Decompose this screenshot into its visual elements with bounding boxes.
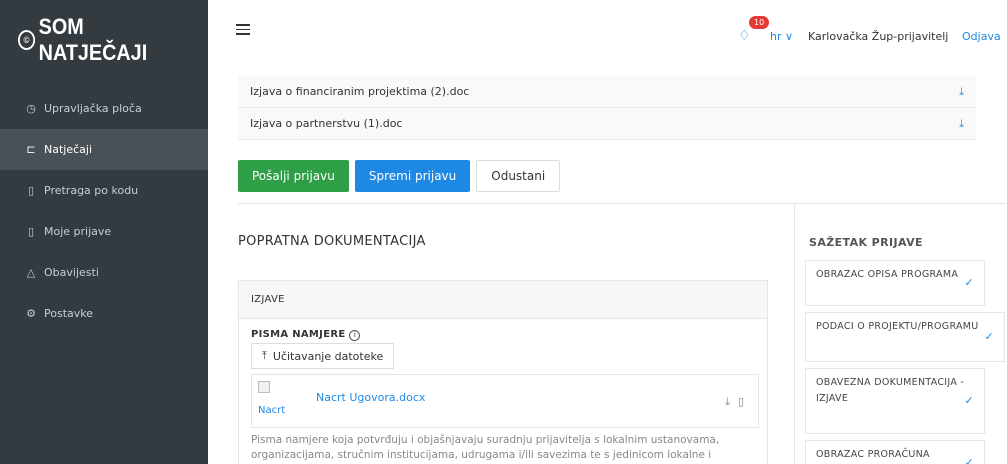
- sidebar-item-label: Upravljačka ploča: [44, 102, 142, 115]
- document-icon: ▯: [27, 184, 35, 197]
- menu-toggle-bar: [236, 33, 250, 35]
- sidebar-item-notifications[interactable]: △ Obavijesti: [0, 252, 208, 293]
- action-buttons: Pošalji prijavu Spremi prijavu Odustani: [238, 160, 566, 192]
- uploaded-document: Nacrt Nacrt Ugovora.docx ⤓ ▯: [251, 374, 759, 428]
- top-header: ♢ 10 hr ∨ Karlovačka Žup-prijavitelj Odj…: [208, 0, 1007, 64]
- download-icon[interactable]: ⤓: [725, 395, 730, 408]
- card-title: IZJAVE: [239, 281, 767, 319]
- notification-bell-icon[interactable]: ♢: [738, 28, 751, 44]
- language-selector[interactable]: hr ∨: [770, 30, 793, 43]
- sidebar-item-label: Moje prijave: [44, 225, 112, 238]
- notification-count-badge: 10: [749, 16, 770, 29]
- file-name: Izjava o financiranim projektima (2).doc: [250, 85, 470, 98]
- file-row: Izjava o partnerstvu (1).doc ⤓: [238, 108, 976, 140]
- upload-button-label: Učitavanje datoteke: [272, 349, 384, 363]
- sidebar-item-label: Natječaji: [44, 143, 93, 156]
- summary-item[interactable]: OBRAZAC OPISA PROGRAMA ✓: [805, 260, 985, 306]
- summary-item-label: OBAVEZNA DOKUMENTACIJA - IZJAVE: [816, 377, 965, 404]
- file-row: Izjava o financiranim projektima (2).doc…: [238, 76, 976, 108]
- gear-icon: ⚙: [26, 307, 36, 320]
- file-icon: ▯: [27, 225, 35, 238]
- main-content: Izjava o financiranim projektima (2).doc…: [208, 64, 1007, 464]
- sidebar-item-label: Postavke: [44, 307, 94, 320]
- application-summary: SAŽETAK PRIJAVE OBRAZAC OPISA PROGRAMA ✓…: [794, 204, 1007, 464]
- sidebar: © SOM NATJEČAJI ◷ Upravljačka ploča ⊏ Na…: [0, 0, 208, 464]
- logo-mark-icon: ©: [18, 30, 36, 50]
- trash-icon[interactable]: ▯: [738, 395, 744, 408]
- info-icon[interactable]: i: [349, 329, 361, 341]
- broken-image-icon: [258, 381, 270, 393]
- download-icon[interactable]: ⤓: [959, 117, 964, 131]
- document-link[interactable]: Nacrt Ugovora.docx: [316, 391, 425, 404]
- field-description: Pisma namjere koja potvrđuju i objašnjav…: [251, 434, 720, 461]
- download-icon[interactable]: ⤓: [959, 85, 964, 99]
- sidebar-item-settings[interactable]: ⚙ Postavke: [0, 293, 208, 334]
- save-application-button[interactable]: Spremi prijavu: [354, 160, 471, 192]
- menu-toggle-bar: [236, 24, 250, 26]
- summary-item[interactable]: PODACI O PROJEKTU/PROGRAMU ✓: [805, 312, 1005, 362]
- sidebar-item-label: Pretraga po kodu: [44, 184, 139, 197]
- document-actions: ⤓ ▯: [717, 395, 744, 409]
- section-title: POPRATNA DOKUMENTACIJA: [238, 234, 426, 249]
- check-icon: ✓: [964, 394, 974, 407]
- sidebar-item-label: Obavijesti: [44, 266, 99, 279]
- folder-icon: ⊏: [26, 143, 36, 156]
- summary-item[interactable]: OBRAZAC PRORAČUNA ✓: [805, 440, 985, 464]
- summary-title: SAŽETAK PRIJAVE: [809, 236, 923, 249]
- menu-toggle-icon[interactable]: [236, 24, 250, 38]
- user-name: Karlovačka Žup-prijavitelj: [808, 30, 949, 43]
- upload-icon: ⤒: [262, 349, 267, 362]
- statements-card: IZJAVE PISMA NAMJERE i ⤒ Učitavanje datot…: [238, 280, 768, 464]
- app-logo[interactable]: © SOM NATJEČAJI: [0, 0, 187, 80]
- cancel-button[interactable]: Odustani: [476, 160, 561, 192]
- submit-application-button[interactable]: Pošalji prijavu: [238, 160, 349, 192]
- file-name: Izjava o partnerstvu (1).doc: [250, 117, 403, 130]
- check-icon: ✓: [984, 330, 994, 343]
- sidebar-item-search-by-code[interactable]: ▯ Pretraga po kodu: [0, 170, 208, 211]
- app-logo-text: SOM NATJEČAJI: [38, 14, 148, 65]
- summary-item-label: OBRAZAC OPISA PROGRAMA: [816, 269, 959, 280]
- sidebar-item-natjecaji[interactable]: ⊏ Natječaji: [0, 129, 208, 170]
- bell-icon: △: [26, 266, 36, 279]
- check-icon: ✓: [964, 276, 974, 289]
- field-label: PISMA NAMJERE i: [251, 329, 361, 341]
- sidebar-item-my-applications[interactable]: ▯ Moje prijave: [0, 211, 208, 252]
- menu-toggle-bar: [236, 28, 250, 30]
- dashboard-icon: ◷: [26, 102, 36, 115]
- field-label-text: PISMA NAMJERE: [251, 329, 346, 340]
- sidebar-item-dashboard[interactable]: ◷ Upravljačka ploča: [0, 88, 208, 129]
- upload-file-button[interactable]: ⤒ Učitavanje datoteke: [251, 343, 395, 369]
- summary-item-label: PODACI O PROJEKTU/PROGRAMU: [816, 321, 979, 332]
- document-thumbnail-label[interactable]: Nacrt: [258, 405, 285, 416]
- summary-item[interactable]: OBAVEZNA DOKUMENTACIJA - IZJAVE ✓: [805, 368, 985, 434]
- logout-link[interactable]: Odjava: [962, 30, 1001, 43]
- summary-item-label: OBRAZAC PRORAČUNA: [816, 449, 930, 460]
- check-icon: ✓: [964, 456, 974, 464]
